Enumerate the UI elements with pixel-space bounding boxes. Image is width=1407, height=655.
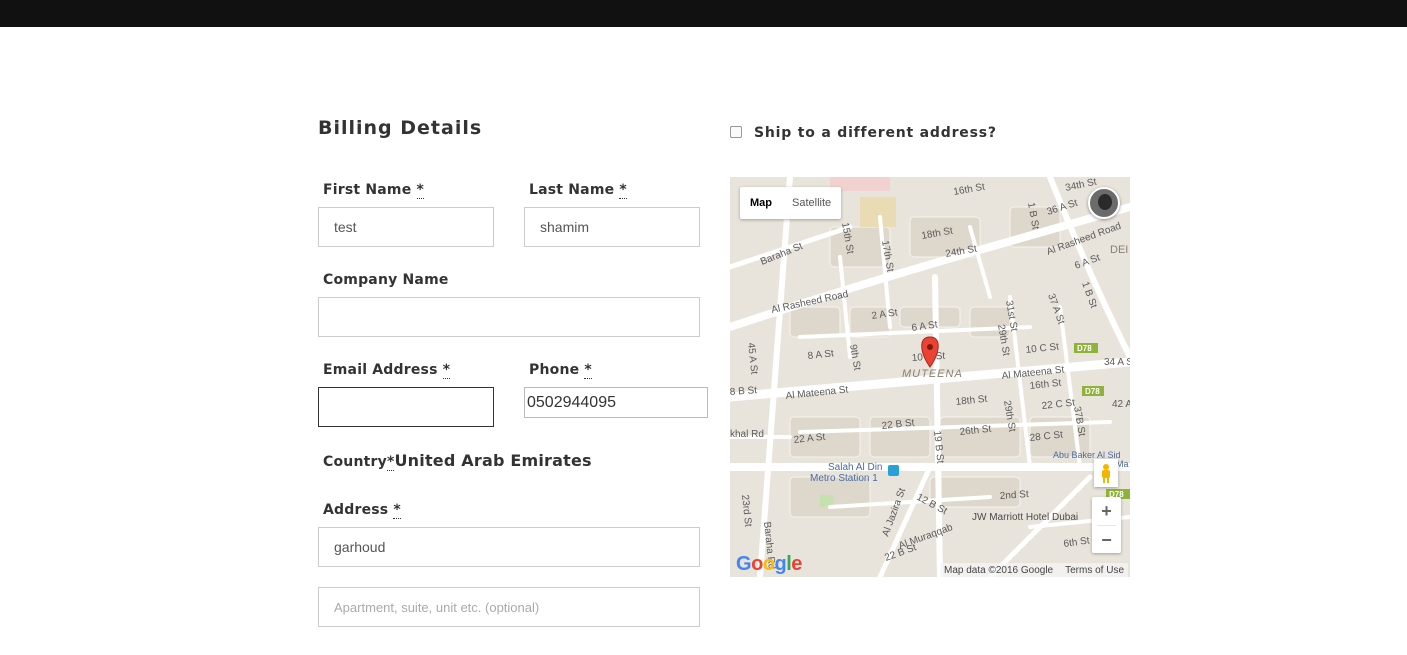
map-label: 2nd St [999, 489, 1029, 502]
required-marker: * [442, 362, 451, 379]
zoom-control: + − [1092, 497, 1121, 553]
address-line1-value: garhoud [334, 539, 386, 555]
map-type-map-button[interactable]: Map [740, 187, 782, 219]
map-type-control: Map Satellite [740, 187, 842, 219]
map-type-satellite-button[interactable]: Satellite [782, 187, 841, 219]
phone-value: 0502944095 [527, 393, 616, 411]
ship-different-label: Ship to a different address? [754, 125, 997, 141]
address-line2-input[interactable]: Apartment, suite, unit etc. (optional) [318, 587, 700, 627]
email-input[interactable] [318, 387, 494, 427]
required-marker: * [386, 454, 395, 471]
map-label: MUTEENA [902, 368, 963, 380]
map-label: Ma St [1116, 459, 1130, 469]
required-marker: * [584, 362, 592, 379]
user-avatar[interactable] [1088, 187, 1120, 219]
last-name-label: Last Name * [529, 182, 627, 199]
map-data-text: Map data ©2016 Google [944, 564, 1054, 576]
map-label: D78 [1085, 387, 1100, 396]
required-marker: * [619, 182, 627, 199]
required-marker: * [393, 502, 401, 519]
map-label: 42 A [1112, 399, 1130, 410]
address-label: Address * [323, 502, 401, 519]
phone-input[interactable]: 0502944095 [524, 387, 708, 418]
map-label: DEI [1110, 244, 1128, 256]
country-row: Country * United Arab Emirates [323, 451, 592, 471]
phone-label: Phone * [529, 362, 592, 379]
top-bar [0, 0, 1407, 27]
map-label: khal Rd [730, 429, 764, 440]
ship-different-checkbox[interactable] [730, 125, 742, 138]
metro-icon [888, 465, 899, 476]
map-label: 34 A St [1104, 357, 1130, 368]
map[interactable]: D78 D78 D78 Baraha St Al Rasheed Road 15… [730, 177, 1130, 577]
first-name-input[interactable]: test [318, 207, 494, 247]
address-line1-input[interactable]: garhoud [318, 527, 700, 567]
company-name-input[interactable] [318, 297, 700, 337]
billing-title: Billing Details [318, 117, 483, 139]
country-label: Country [323, 454, 387, 470]
map-attribution: Map data ©2016 Google Terms of Use [940, 563, 1129, 577]
company-name-label: Company Name [323, 272, 449, 288]
country-value: United Arab Emirates [394, 451, 592, 470]
last-name-input[interactable]: shamim [524, 207, 700, 247]
first-name-value: test [334, 219, 357, 235]
zoom-in-button[interactable]: + [1092, 497, 1121, 525]
last-name-value: shamim [540, 219, 590, 235]
ship-different-address[interactable]: Ship to a different address? [730, 125, 997, 141]
email-label: Email Address * [323, 362, 451, 379]
map-label: JW Marriott Hotel Dubai [972, 512, 1078, 523]
map-label: Salah Al Din [828, 462, 882, 473]
first-name-label: First Name * [323, 182, 425, 199]
required-marker: * [416, 182, 425, 199]
address-line2-placeholder: Apartment, suite, unit etc. (optional) [334, 599, 540, 615]
pegman-icon[interactable] [1094, 459, 1118, 487]
zoom-out-button[interactable]: − [1092, 526, 1121, 554]
map-label: 8 B St [730, 385, 758, 398]
map-label: Metro Station 1 [810, 473, 878, 484]
map-canvas[interactable]: D78 D78 D78 Baraha St Al Rasheed Road 15… [730, 177, 1130, 577]
google-logo: Google [736, 553, 802, 575]
terms-of-use-link[interactable]: Terms of Use [1065, 565, 1124, 576]
map-label: D78 [1077, 344, 1092, 353]
